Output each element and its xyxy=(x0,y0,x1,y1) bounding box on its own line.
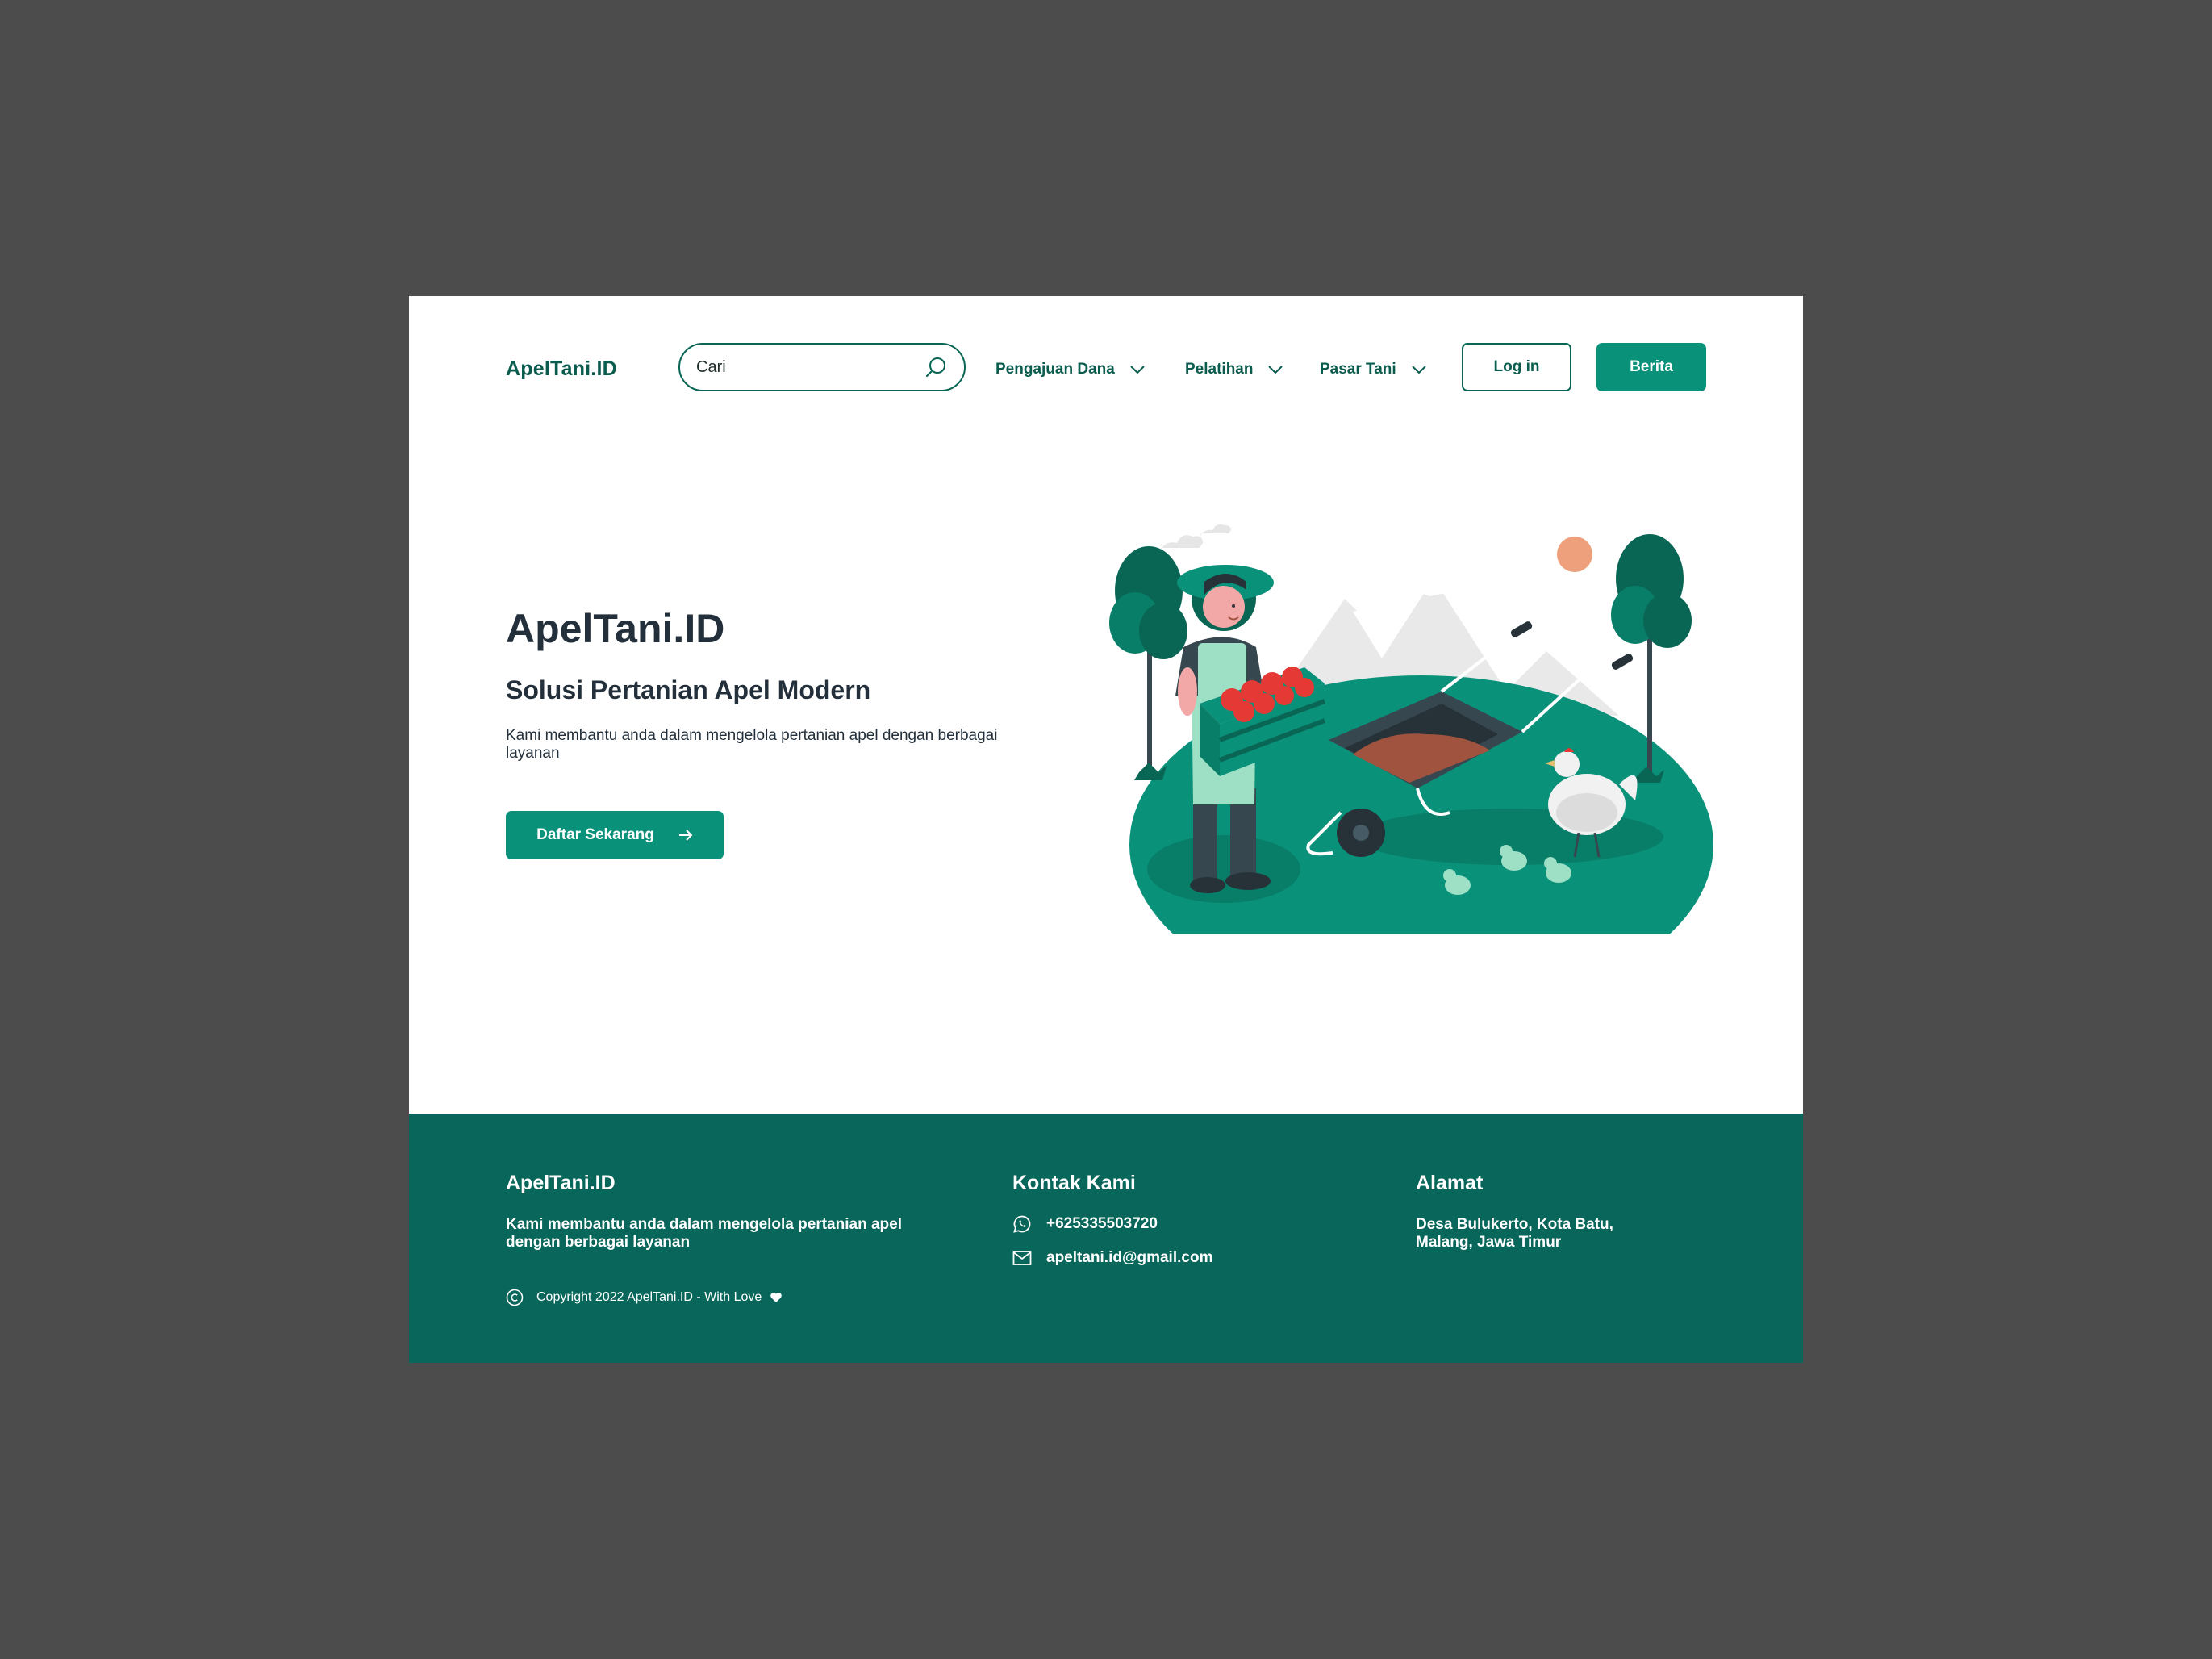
contact-phone[interactable]: +625335503720 xyxy=(1012,1214,1158,1234)
login-button[interactable]: Log in xyxy=(1462,343,1571,391)
contact-email[interactable]: apeltani.id@gmail.com xyxy=(1012,1249,1212,1267)
footer: ApelTani.ID Kami membantu anda dalam men… xyxy=(409,1114,1803,1363)
chevron-down-icon xyxy=(1411,366,1426,374)
hero-description: Kami membantu anda dalam mengelola perta… xyxy=(506,727,998,762)
nav-pelatihan[interactable]: Pelatihan xyxy=(1185,357,1283,382)
nav-label: Pengajuan Dana xyxy=(995,361,1115,378)
chevron-down-icon xyxy=(1268,366,1283,374)
chevron-down-icon xyxy=(1130,366,1145,374)
hero-subtitle: Solusi Pertanian Apel Modern xyxy=(506,675,871,704)
berita-button[interactable]: Berita xyxy=(1596,343,1706,391)
footer-address-title: Alamat xyxy=(1416,1172,1484,1194)
tree-left xyxy=(1109,546,1187,780)
footer-brand-description: Kami membantu anda dalam mengelola perta… xyxy=(506,1216,902,1251)
register-now-label: Daftar Sekarang xyxy=(536,826,654,843)
nav-label: Pelatihan xyxy=(1185,361,1254,378)
copyright-text: Copyright 2022 ApelTani.ID - With Love xyxy=(536,1290,762,1304)
sun-icon xyxy=(1557,537,1592,572)
top-navbar: ApelTani.ID Pengajuan Dana Pelatihan Pas… xyxy=(409,296,1803,437)
cloud-icon xyxy=(1159,524,1231,554)
heart-icon xyxy=(770,1293,783,1302)
nav-label: Pasar Tani xyxy=(1320,361,1396,378)
footer-address-text: Desa Bulukerto, Kota Batu, Malang, Jawa … xyxy=(1416,1216,1613,1251)
nav-pasar-tani[interactable]: Pasar Tani xyxy=(1320,357,1427,382)
copyright-icon xyxy=(506,1289,524,1306)
nav-pengajuan-dana[interactable]: Pengajuan Dana xyxy=(995,357,1146,382)
footer-contact-title: Kontak Kami xyxy=(1012,1172,1136,1194)
register-now-button[interactable]: Daftar Sekarang xyxy=(506,811,724,859)
site-logo[interactable]: ApelTani.ID xyxy=(506,357,617,381)
farmer-illustration xyxy=(1109,524,1713,934)
arrow-right-icon xyxy=(678,830,693,841)
search-icon[interactable] xyxy=(924,356,948,380)
mail-icon xyxy=(1012,1251,1032,1265)
contact-email-text: apeltani.id@gmail.com xyxy=(1046,1249,1213,1266)
search-box[interactable] xyxy=(678,343,966,391)
copyright: Copyright 2022 ApelTani.ID - With Love xyxy=(506,1289,783,1306)
search-input[interactable] xyxy=(696,354,922,380)
contact-phone-text: +625335503720 xyxy=(1046,1215,1158,1232)
footer-brand-title: ApelTani.ID xyxy=(506,1172,616,1194)
whatsapp-icon xyxy=(1013,1215,1031,1233)
page-frame: ApelTani.ID Pengajuan Dana Pelatihan Pas… xyxy=(409,296,1803,1363)
hero-title: ApelTani.ID xyxy=(506,606,725,651)
